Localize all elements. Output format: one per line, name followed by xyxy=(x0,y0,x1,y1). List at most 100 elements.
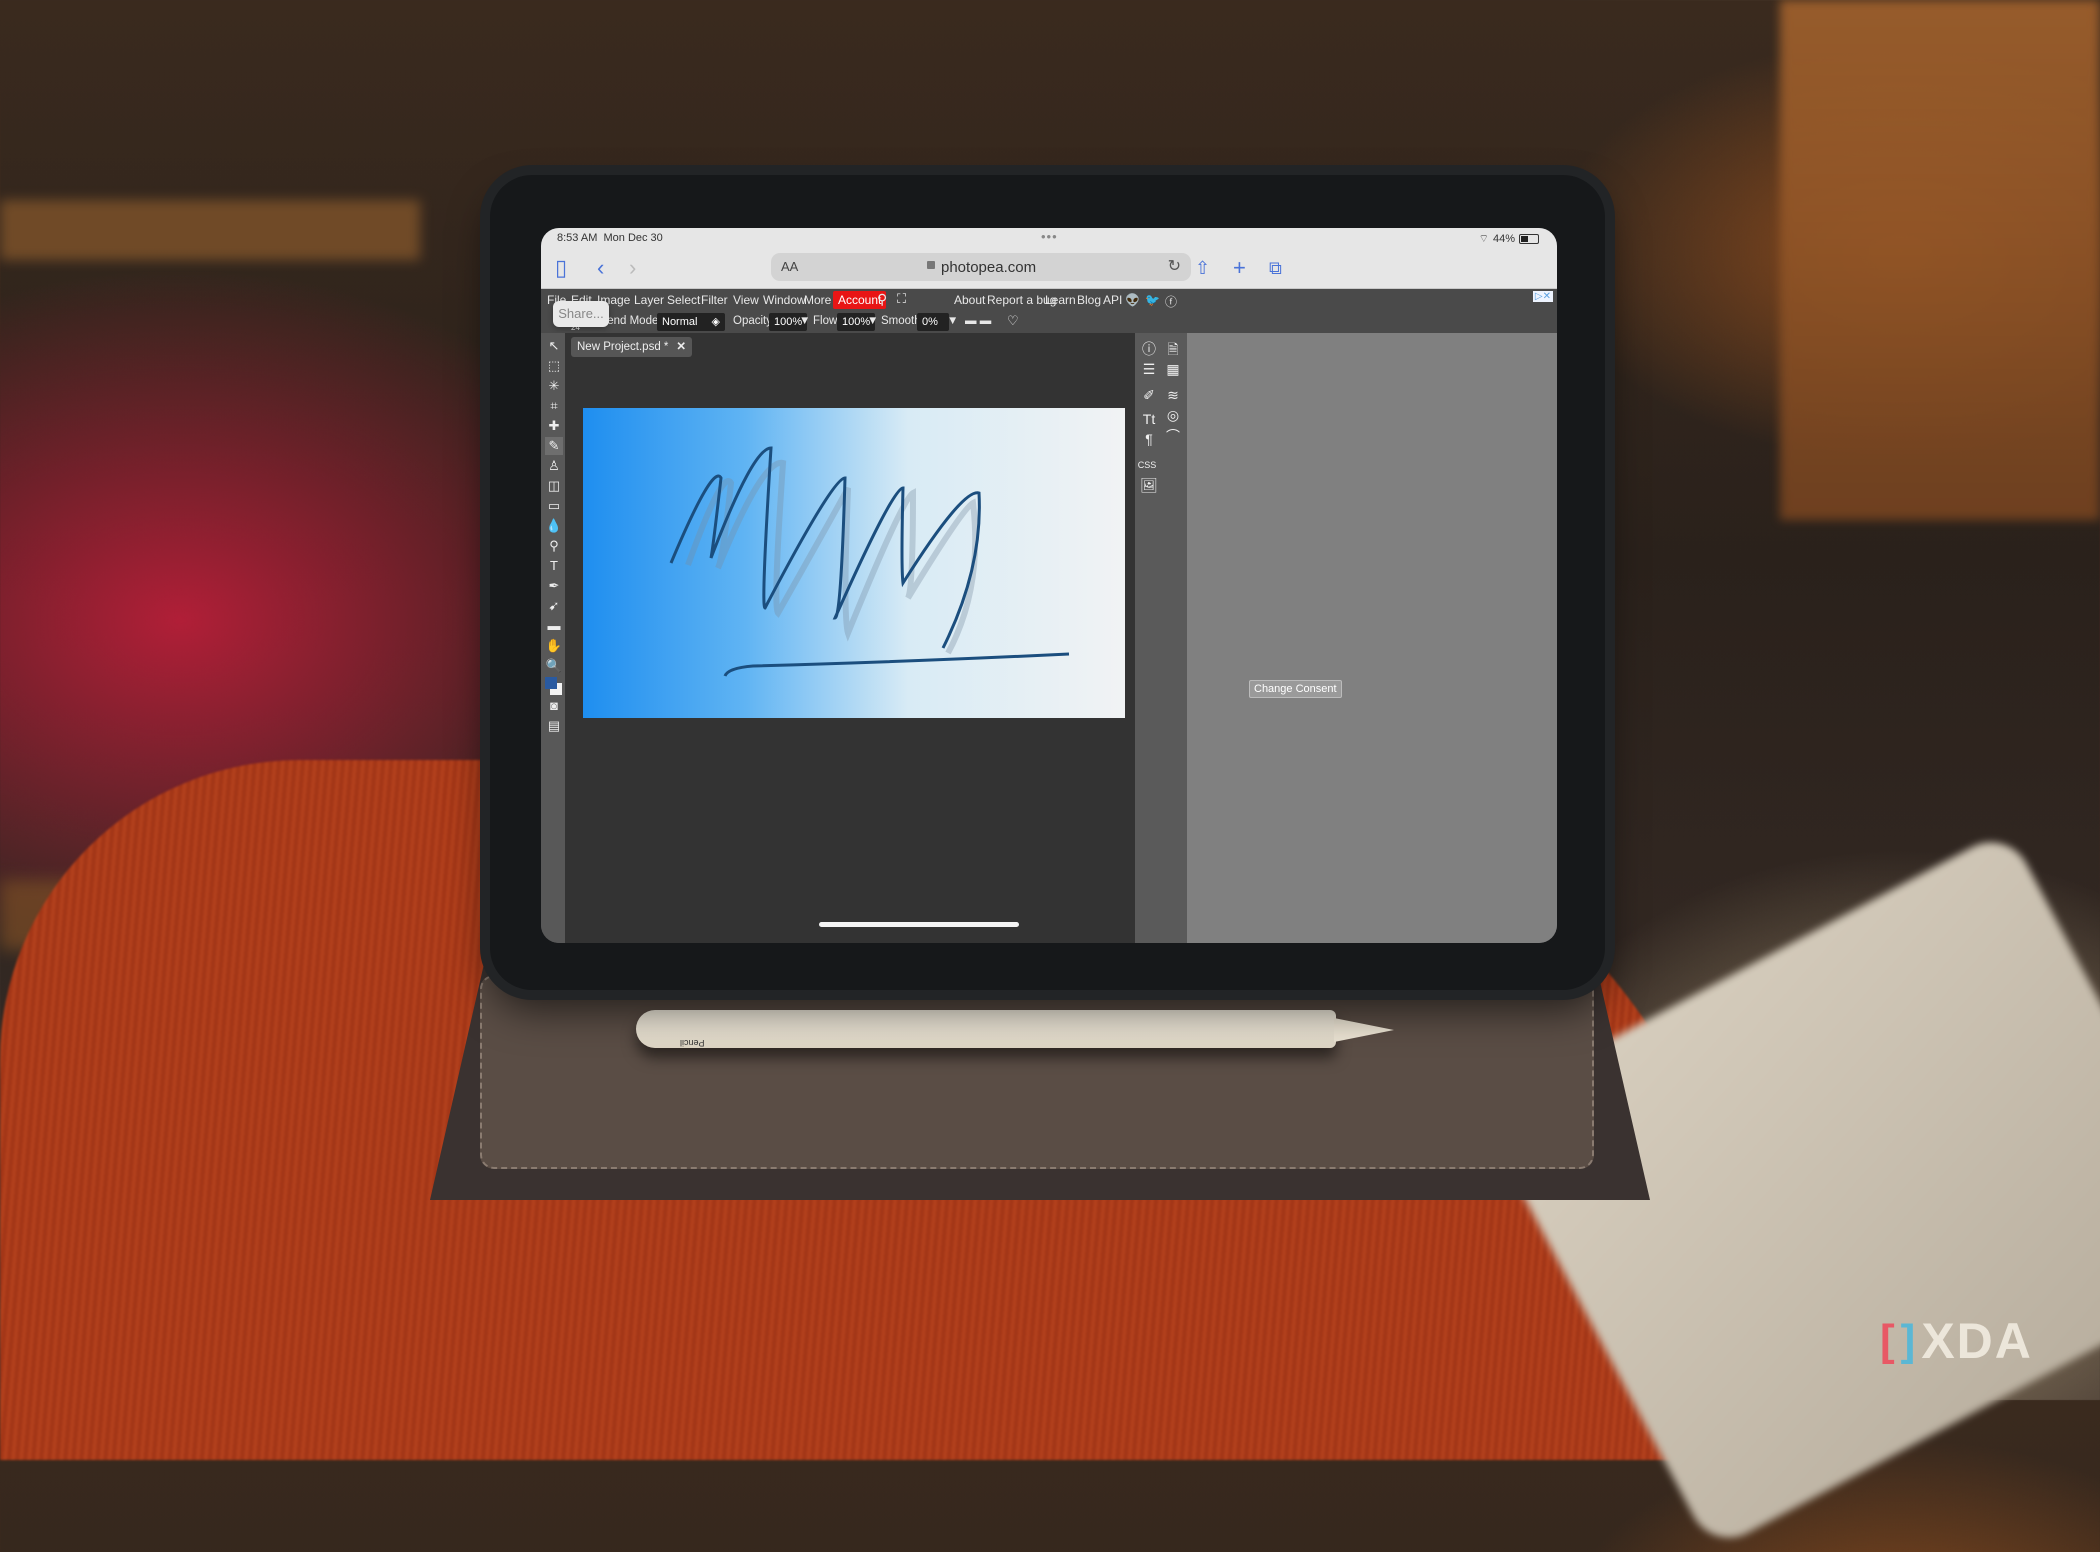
new-tab-icon[interactable]: + xyxy=(1233,256,1246,280)
back-icon[interactable]: ‹ xyxy=(597,256,604,280)
marquee-tool-icon[interactable]: ⬚ xyxy=(545,357,563,375)
document-title: New Project.psd * xyxy=(577,341,669,353)
battery-icon xyxy=(1519,234,1539,244)
opacity-dropdown-icon[interactable]: ▼ xyxy=(799,315,810,327)
menu-filter[interactable]: Filter xyxy=(701,293,728,307)
tabs-icon[interactable]: ⧉ xyxy=(1269,256,1282,280)
magic-wand-tool-icon[interactable]: ✳ xyxy=(545,377,563,395)
share-popup[interactable]: Share... xyxy=(553,301,609,327)
dodge-tool-icon[interactable]: ⚲ xyxy=(545,537,563,555)
menu-layer[interactable]: Layer xyxy=(634,293,664,307)
pressure-icon[interactable]: ♡ xyxy=(1007,313,1019,329)
tools-panel: ↖ ⬚ ✳ ⌗ ✚ ✎ ♙ ◫ ▭ 💧 ⚲ T ✒ ➹ ▬ ✋ 🔍 ◙ ▤ xyxy=(541,333,565,943)
stamp-tool-icon[interactable]: ♙ xyxy=(545,457,563,475)
blend-mode-select[interactable]: Normal ◈ xyxy=(657,313,725,331)
xda-logo-right: ] xyxy=(1900,1316,1916,1365)
case-tray xyxy=(480,975,1594,1169)
link-api[interactable]: API xyxy=(1103,293,1122,307)
address-bar[interactable]: AA photopea.com ↻ xyxy=(771,253,1191,281)
menu-view[interactable]: View xyxy=(733,293,759,307)
reload-icon[interactable]: ↻ xyxy=(1168,256,1181,276)
select-arrows-icon: ◈ xyxy=(711,316,720,328)
background-drawer xyxy=(1780,0,2100,520)
channels-icon[interactable]: ◎ xyxy=(1163,405,1183,425)
battery-status: ⌔ 44% xyxy=(1479,232,1539,246)
screen-mode-tool-icon[interactable]: ▤ xyxy=(545,717,563,735)
workspace: New Project.psd * ✕ xyxy=(565,333,1135,943)
link-blog[interactable]: Blog xyxy=(1077,293,1101,307)
panel-dock: ⓘ 🗎 ☰ ▦ ✐ ≋ Tt ◎ ¶ ⌒ CSS 🖼 xyxy=(1135,333,1187,943)
paths-icon[interactable]: ⌒ xyxy=(1163,426,1183,446)
apple-pencil-tip xyxy=(1334,1018,1394,1042)
photopea-menu-bar: File Edit Image Layer Select Filter View… xyxy=(541,289,1557,311)
brush-preset-icon[interactable]: ▬ ▬ xyxy=(965,315,991,327)
panel-area: Change Consent xyxy=(1187,333,1557,943)
character-icon[interactable]: Tt xyxy=(1139,409,1159,429)
share-icon[interactable]: ⇧ xyxy=(1195,256,1210,280)
text-size-button[interactable]: AA xyxy=(781,259,798,274)
type-tool-icon[interactable]: T xyxy=(545,557,563,575)
tool-options-bar: 24 Blend Mode: Normal ◈ Opacity: 100% ▼ F… xyxy=(541,311,1557,333)
xda-watermark: [ ] XDA xyxy=(1880,1312,2033,1370)
reddit-icon[interactable]: 👽 xyxy=(1125,293,1140,307)
multitasking-dots[interactable]: ••• xyxy=(1041,229,1058,244)
brush-tool-icon[interactable]: ✎ xyxy=(545,437,563,455)
background-shelf xyxy=(0,200,420,260)
ad-badge[interactable]: ▷✕ xyxy=(1532,291,1553,302)
move-tool-icon[interactable]: ↖ xyxy=(545,337,563,355)
foreground-color-swatch[interactable] xyxy=(545,677,557,689)
safari-toolbar: ▯ ‹ › AA photopea.com ↻ ⇧ + ⧉ xyxy=(541,250,1557,289)
smooth-field[interactable]: 0% xyxy=(917,313,949,331)
eraser-tool-icon[interactable]: ◫ xyxy=(545,477,563,495)
lock-icon xyxy=(927,261,935,269)
path-select-tool-icon[interactable]: ➹ xyxy=(545,597,563,615)
url-text[interactable]: photopea.com xyxy=(941,259,1036,276)
xda-logo-left: [ xyxy=(1880,1316,1895,1365)
zoom-tool-icon[interactable]: 🔍 xyxy=(545,657,563,675)
blur-tool-icon[interactable]: 💧 xyxy=(545,517,563,535)
home-indicator[interactable] xyxy=(819,922,1019,927)
gradient-tool-icon[interactable]: ▭ xyxy=(545,497,563,515)
quick-mask-tool-icon[interactable]: ◙ xyxy=(545,697,563,715)
link-learn[interactable]: Learn xyxy=(1045,293,1076,307)
wifi-icon: ⌔ xyxy=(1478,233,1489,245)
history-icon[interactable]: 🗎 xyxy=(1163,339,1183,359)
info-icon[interactable]: ⓘ xyxy=(1139,339,1159,359)
menu-window[interactable]: Window xyxy=(763,293,806,307)
status-bar: 8:53 AM Mon Dec 30 ••• ⌔ 44% xyxy=(541,228,1557,250)
pen-tool-icon[interactable]: ✒ xyxy=(545,577,563,595)
pencil-label: Pencil xyxy=(680,1038,705,1048)
facebook-icon[interactable]: ⓕ xyxy=(1165,293,1177,310)
twitter-icon[interactable]: 🐦 xyxy=(1145,293,1160,307)
layers-icon[interactable]: ≋ xyxy=(1163,385,1183,405)
change-consent-button[interactable]: Change Consent xyxy=(1249,680,1342,698)
brush-panel-icon[interactable]: ✐ xyxy=(1139,385,1159,405)
scribble-drawing xyxy=(669,446,1070,677)
scribble-stroke xyxy=(669,446,981,649)
apple-pencil xyxy=(636,1010,1336,1048)
underline-stroke xyxy=(723,652,1070,677)
document-tab[interactable]: New Project.psd * ✕ xyxy=(571,337,693,357)
forward-icon[interactable]: › xyxy=(629,256,636,280)
css-icon[interactable]: CSS xyxy=(1137,455,1157,475)
fullscreen-icon[interactable]: ⛶ xyxy=(897,291,906,307)
shape-tool-icon[interactable]: ▬ xyxy=(545,617,563,635)
menu-select[interactable]: Select xyxy=(667,293,700,307)
hand-tool-icon[interactable]: ✋ xyxy=(545,637,563,655)
adjustments-icon[interactable]: ☰ xyxy=(1139,359,1159,379)
link-about[interactable]: About xyxy=(954,293,985,307)
menu-more[interactable]: More xyxy=(804,293,831,307)
status-time: 8:53 AM Mon Dec 30 xyxy=(557,232,663,244)
close-icon[interactable]: ✕ xyxy=(676,341,686,353)
swatches-icon[interactable]: ▦ xyxy=(1163,359,1183,379)
image-icon[interactable]: 🖼 xyxy=(1139,475,1159,495)
smooth-dropdown-icon[interactable]: ▼ xyxy=(947,315,958,327)
paragraph-icon[interactable]: ¶ xyxy=(1139,429,1159,449)
sidebar-icon[interactable]: ▯ xyxy=(555,256,567,280)
canvas[interactable] xyxy=(583,408,1125,718)
ipad-screen: 8:53 AM Mon Dec 30 ••• ⌔ 44% ▯ ‹ › AA ph… xyxy=(541,228,1557,943)
crop-tool-icon[interactable]: ⌗ xyxy=(545,397,563,415)
flow-dropdown-icon[interactable]: ▼ xyxy=(867,315,878,327)
search-icon[interactable]: ⚲ xyxy=(877,291,887,308)
healing-tool-icon[interactable]: ✚ xyxy=(545,417,563,435)
